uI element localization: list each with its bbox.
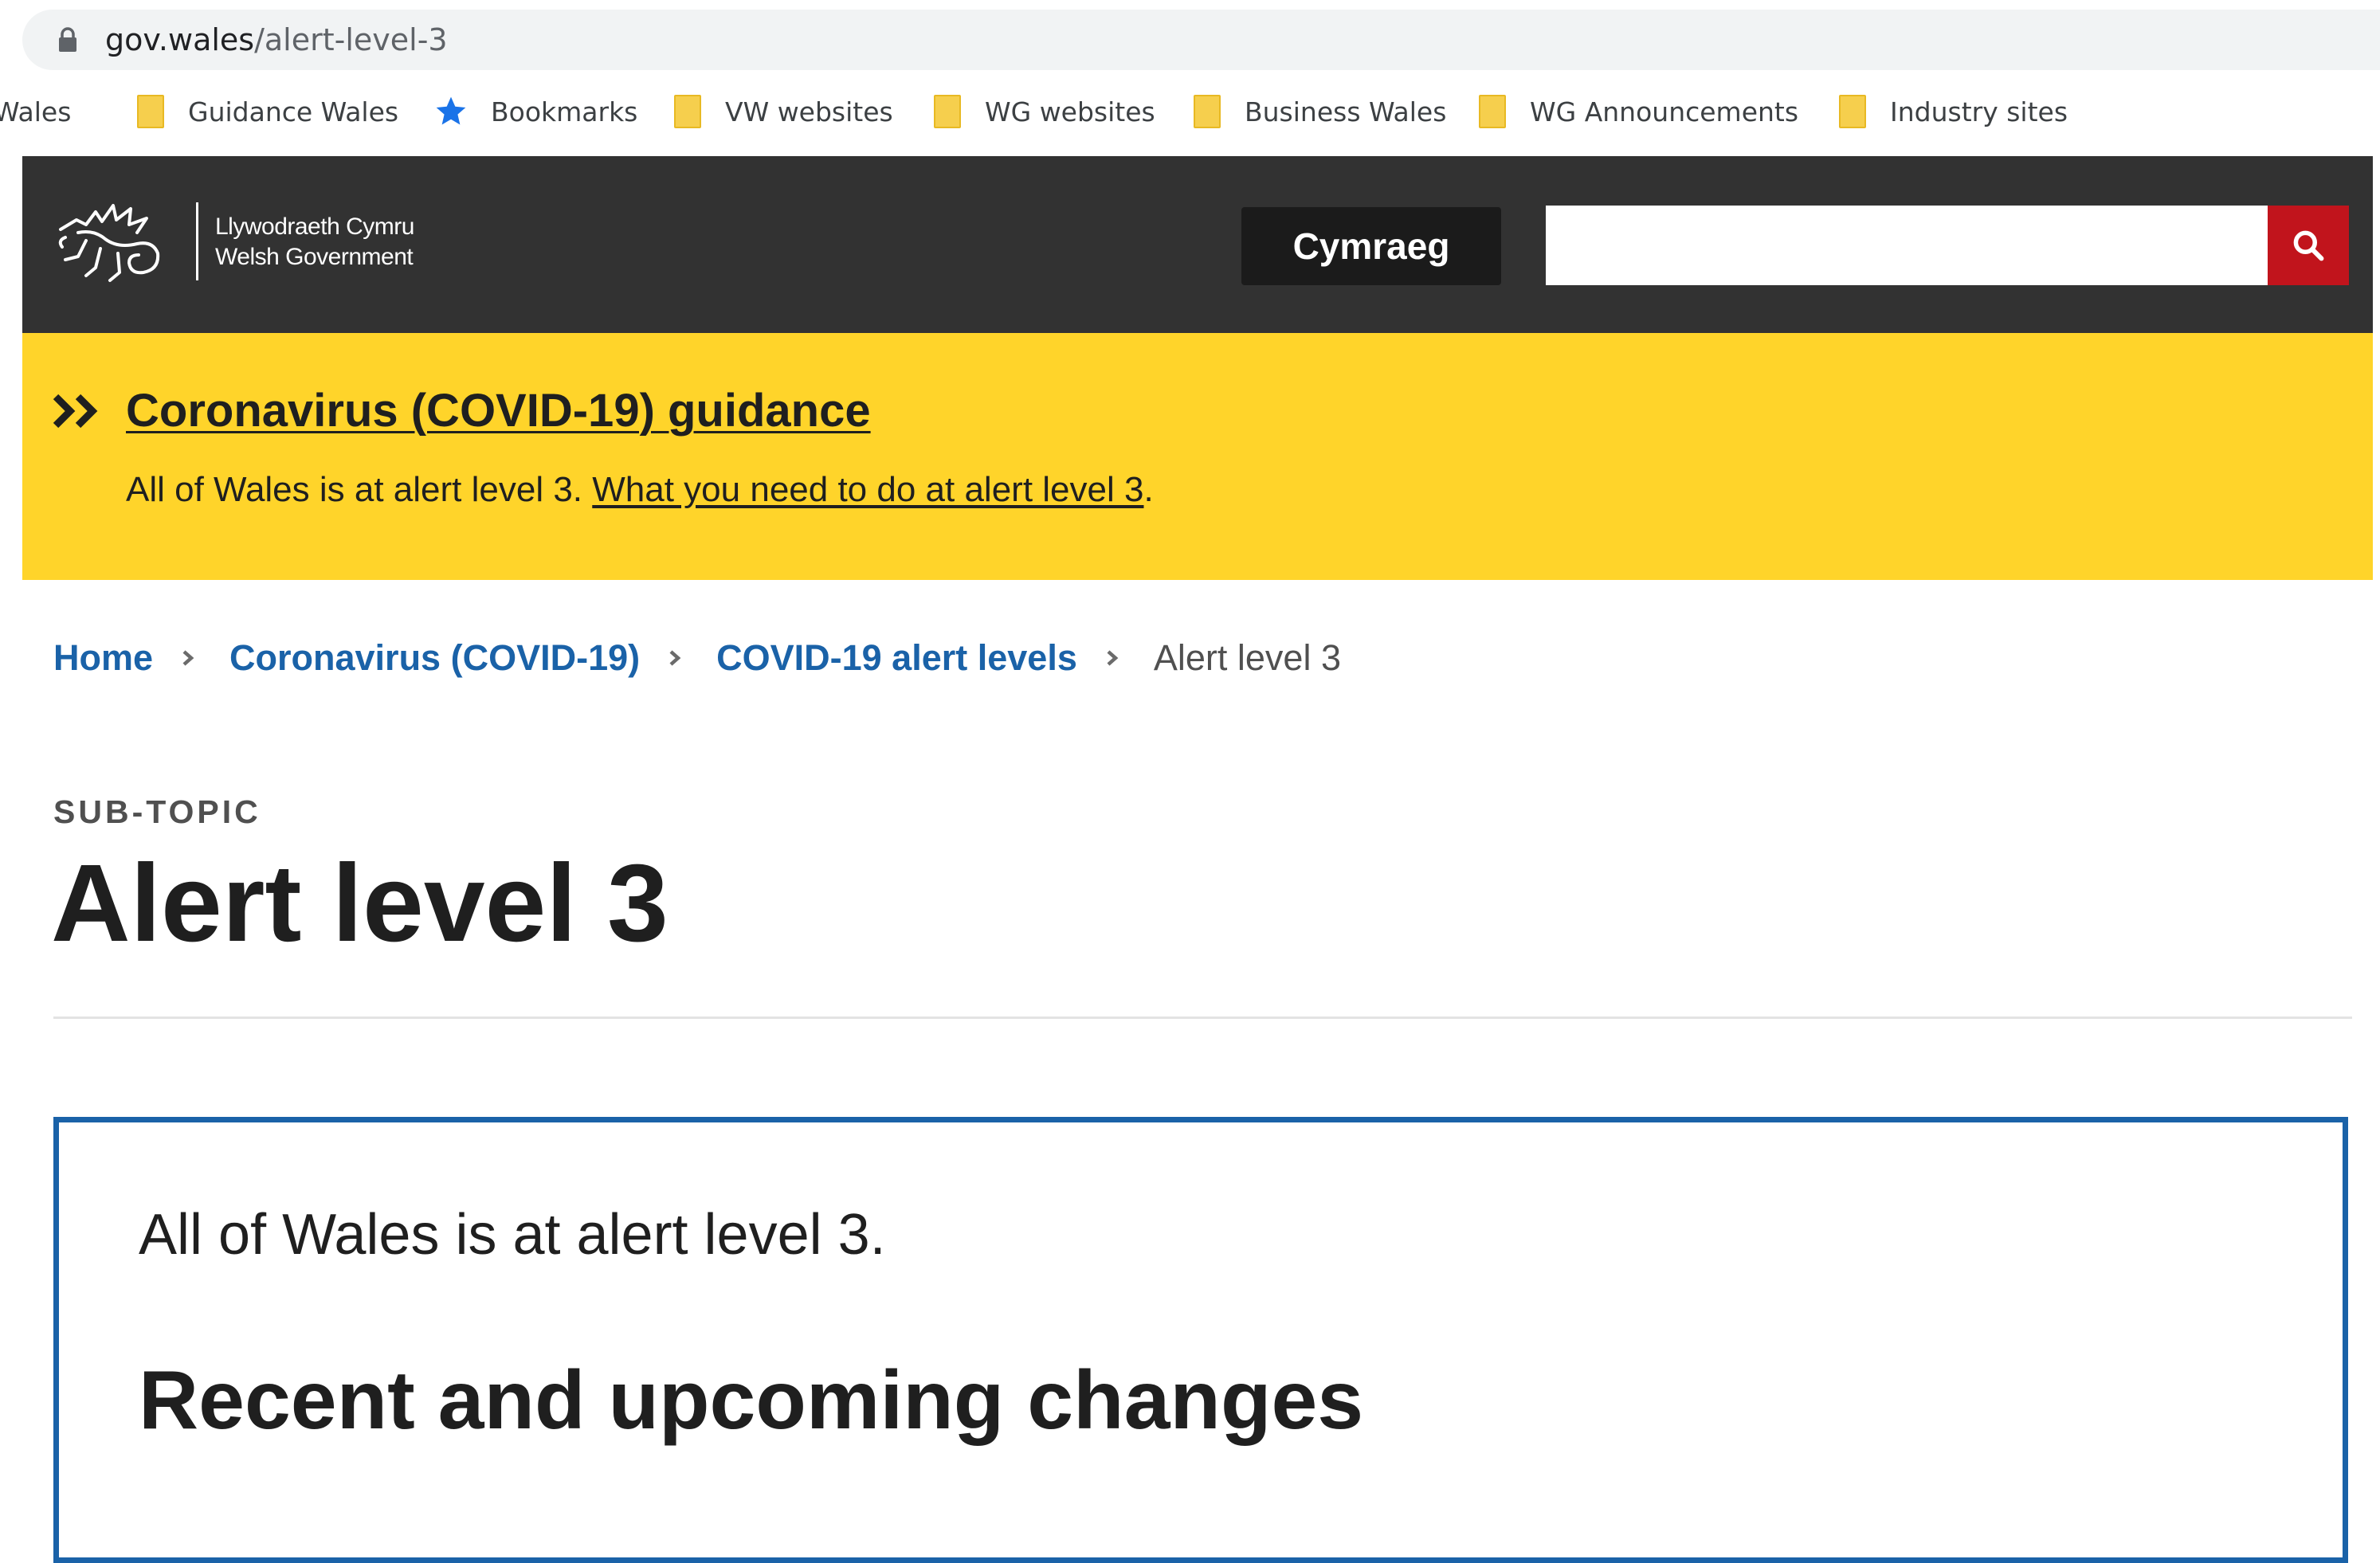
bookmark-label: WG websites <box>985 96 1155 127</box>
page-title: Alert level 3 <box>51 842 669 965</box>
url-path: /alert-level-3 <box>254 22 448 57</box>
title-divider <box>53 1017 2352 1019</box>
banner-trailing: . <box>1143 470 1154 509</box>
alert-level-3-link[interactable]: What you need to do at alert level 3 <box>592 470 1143 509</box>
folder-icon <box>674 95 701 128</box>
bookmarks-bar: Wales Guidance Wales Bookmarks VW websit… <box>0 83 2380 140</box>
search-icon <box>2293 230 2324 261</box>
banner-text: All of Wales is at alert level 3. <box>126 470 593 509</box>
bookmark-label: Wales <box>0 96 72 127</box>
callout-heading: Recent and upcoming changes <box>139 1354 1364 1447</box>
bookmark-wales[interactable]: Wales <box>0 94 71 129</box>
folder-icon <box>1839 95 1866 128</box>
subtopic-label: SUB-TOPIC <box>53 793 261 830</box>
breadcrumb: Home Coronavirus (COVID-19) COVID-19 ale… <box>53 634 1341 682</box>
url-text[interactable]: gov.wales/alert-level-3 <box>105 21 448 59</box>
bookmark-label: Guidance Wales <box>188 96 399 127</box>
url-host: gov.wales <box>105 22 255 57</box>
bookmark-industry-sites[interactable]: Industry sites <box>1839 94 2068 129</box>
bookmark-wg-websites[interactable]: WG websites <box>934 94 1155 129</box>
breadcrumb-alert-levels[interactable]: COVID-19 alert levels <box>716 637 1077 679</box>
site-header: Llywodraeth Cymru Welsh Government Cymra… <box>22 156 2373 333</box>
bookmark-wg-announcements[interactable]: WG Announcements <box>1479 94 1798 129</box>
search-button[interactable] <box>2268 206 2349 285</box>
lock-icon <box>59 27 76 52</box>
covid-banner: Coronavirus (COVID-19) guidance All of W… <box>22 333 2373 580</box>
callout-text: All of Wales is at alert level 3. <box>139 1203 886 1267</box>
breadcrumb-current: Alert level 3 <box>1153 637 1341 678</box>
folder-icon <box>934 95 961 128</box>
bookmark-business-wales[interactable]: Business Wales <box>1194 94 1446 129</box>
double-chevron-right-icon <box>53 394 98 429</box>
chevron-right-icon <box>1107 650 1119 666</box>
address-bar[interactable]: gov.wales/alert-level-3 <box>22 10 2380 70</box>
bookmark-label: Bookmarks <box>491 96 638 127</box>
bookmark-vw-websites[interactable]: VW websites <box>674 94 893 129</box>
star-icon <box>436 96 466 125</box>
welsh-dragon-icon <box>58 204 160 282</box>
bookmark-label: Business Wales <box>1245 96 1447 127</box>
welsh-government-logo[interactable]: Llywodraeth Cymru Welsh Government <box>54 198 414 285</box>
search-input[interactable] <box>1546 206 2268 285</box>
alert-callout-box: All of Wales is at alert level 3. Recent… <box>53 1117 2348 1563</box>
folder-icon <box>137 95 164 128</box>
banner-message: All of Wales is at alert level 3. What y… <box>126 470 1154 510</box>
breadcrumb-coronavirus[interactable]: Coronavirus (COVID-19) <box>229 637 640 679</box>
logo-text-english: Welsh Government <box>215 244 414 270</box>
logo-text-welsh: Llywodraeth Cymru <box>215 213 414 240</box>
covid-guidance-link[interactable]: Coronavirus (COVID-19) guidance <box>126 384 871 437</box>
folder-icon <box>1479 95 1506 128</box>
bookmark-guidance-wales[interactable]: Guidance Wales <box>137 94 398 129</box>
bookmark-label: WG Announcements <box>1530 96 1799 127</box>
bookmark-label: VW websites <box>725 96 893 127</box>
bookmark-label: Industry sites <box>1890 96 2068 127</box>
chevron-right-icon <box>669 650 681 666</box>
folder-icon <box>1194 95 1221 128</box>
bookmark-bookmarks[interactable]: Bookmarks <box>433 94 637 129</box>
breadcrumb-home[interactable]: Home <box>53 637 153 679</box>
logo-divider <box>196 202 198 280</box>
chevron-right-icon <box>182 650 194 666</box>
language-toggle-button[interactable]: Cymraeg <box>1241 207 1501 285</box>
